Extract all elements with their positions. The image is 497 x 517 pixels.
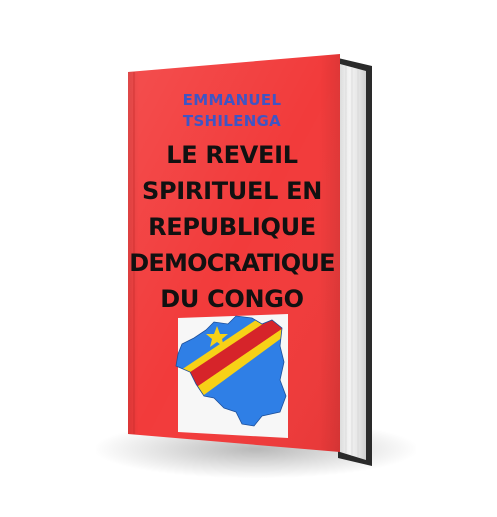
book-author-line-2: TSHILENGA [182, 112, 282, 130]
book-mockup-scene: EMMANUEL TSHILENGA LE REVEIL SPIRITUEL E… [0, 0, 497, 517]
book-title-line-4: DEMOCRATIQUE [129, 249, 335, 277]
drc-map-flag-image [175, 314, 288, 438]
book-title-line-1: LE REVEIL [166, 141, 298, 169]
book-title-line-5: DU CONGO [160, 285, 304, 313]
book-title-line-3: REPUBLIQUE [148, 213, 316, 241]
book-author-line-1: EMMANUEL [182, 91, 282, 109]
book-title-line-2: SPIRITUEL EN [142, 177, 322, 205]
